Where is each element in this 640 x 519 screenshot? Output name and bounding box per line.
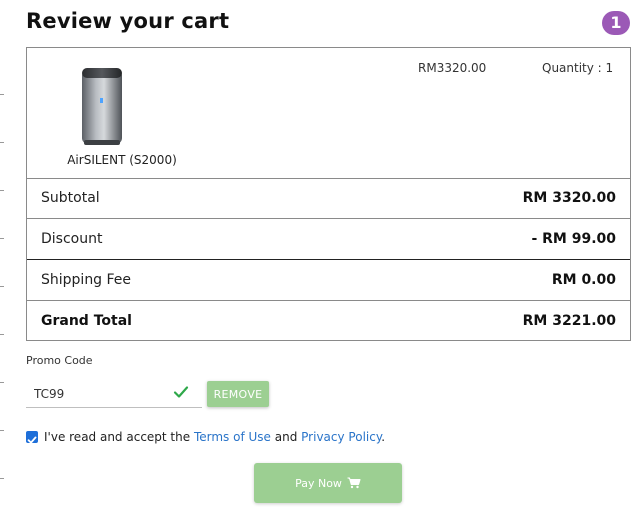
subtotal-row: Subtotal RM 3320.00 xyxy=(27,178,630,218)
shipping-label: Shipping Fee xyxy=(41,272,132,288)
checkbox-check-icon xyxy=(27,436,37,444)
discount-label: Discount xyxy=(41,231,103,247)
cart-summary-box: AirSILENT (S2000) RM3320.00 Quantity : 1… xyxy=(26,47,631,341)
shipping-value: RM 0.00 xyxy=(551,272,616,288)
edge-tick xyxy=(0,334,4,335)
shipping-row: Shipping Fee RM 0.00 xyxy=(27,259,630,300)
terms-checkbox[interactable] xyxy=(26,431,38,444)
cart-item-row: AirSILENT (S2000) RM3320.00 Quantity : 1 xyxy=(27,48,630,178)
item-price: RM3320.00 xyxy=(418,61,487,75)
discount-row: Discount - RM 99.00 xyxy=(27,218,630,259)
edge-tick xyxy=(0,238,4,239)
step-badge: 1 xyxy=(602,11,630,35)
product-name: AirSILENT (S2000) xyxy=(67,153,177,167)
terms-of-use-link[interactable]: Terms of Use xyxy=(194,430,271,444)
edge-tick xyxy=(0,190,4,191)
edge-tick xyxy=(0,286,4,287)
terms-and: and xyxy=(274,430,298,444)
item-quantity: Quantity : 1 xyxy=(542,61,614,75)
edge-tick xyxy=(0,382,4,383)
terms-text-before: I've read and accept the xyxy=(44,430,191,444)
cart-icon xyxy=(347,477,361,489)
terms-text: I've read and accept the Terms of Use an… xyxy=(44,430,385,444)
discount-value: - RM 99.00 xyxy=(531,231,616,247)
grand-total-value: RM 3221.00 xyxy=(522,313,616,329)
air-purifier-image xyxy=(82,68,122,145)
edge-tick xyxy=(0,430,4,431)
page-title: Review your cart xyxy=(26,9,230,33)
pay-now-button[interactable]: Pay Now xyxy=(254,463,402,503)
check-icon xyxy=(173,386,189,398)
promo-code-label: Promo Code xyxy=(26,354,93,367)
edge-tick xyxy=(0,94,4,95)
remove-promo-button[interactable]: REMOVE xyxy=(207,381,269,407)
grand-total-row: Grand Total RM 3221.00 xyxy=(27,300,630,340)
edge-tick xyxy=(0,142,4,143)
grand-total-label: Grand Total xyxy=(41,313,132,329)
pay-now-label: Pay Now xyxy=(295,476,342,490)
terms-period: . xyxy=(381,430,386,444)
edge-tick xyxy=(0,478,4,479)
subtotal-value: RM 3320.00 xyxy=(522,190,616,206)
subtotal-label: Subtotal xyxy=(41,190,100,206)
privacy-policy-link[interactable]: Privacy Policy xyxy=(301,430,381,444)
